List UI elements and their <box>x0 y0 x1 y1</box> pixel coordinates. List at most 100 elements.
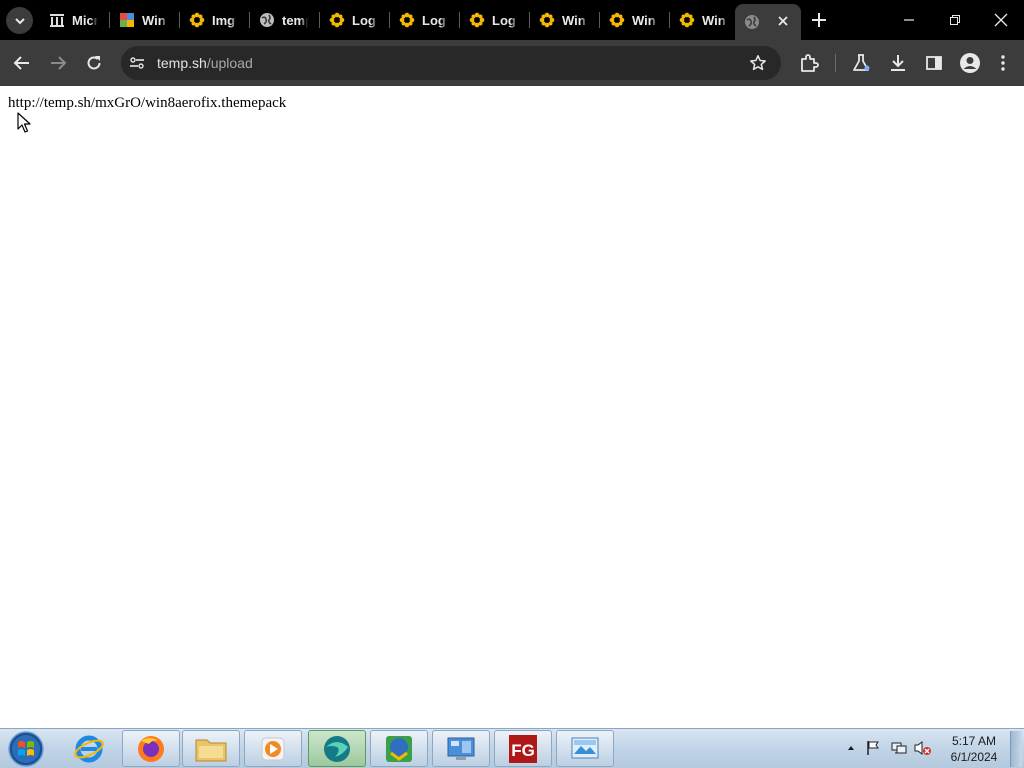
speaker-muted-icon <box>914 741 931 755</box>
taskbar-media-player[interactable] <box>244 730 302 767</box>
show-desktop-button[interactable] <box>1010 731 1022 767</box>
puzzle-icon <box>801 54 819 72</box>
taskbar-firefox[interactable] <box>122 730 180 767</box>
system-clock[interactable]: 5:17 AM 6/1/2024 <box>944 733 1004 765</box>
columns-icon <box>49 12 65 28</box>
kebab-menu-icon <box>1001 55 1005 71</box>
page-content: http://temp.sh/mxGrO/win8aerofix.themepa… <box>0 86 1024 728</box>
browser-tab[interactable]: Win <box>530 6 600 34</box>
taskbar-browser-active[interactable] <box>308 730 366 767</box>
flask-icon <box>853 54 870 71</box>
browser-icon <box>324 735 350 762</box>
browser-tab[interactable]: Log <box>320 6 390 34</box>
flower-icon <box>609 12 625 28</box>
tab-title: Log <box>352 12 376 28</box>
tab-search-button[interactable] <box>6 7 33 34</box>
windows-taskbar: FG 5:17 AM 6/1/2024 <box>0 728 1024 768</box>
browser-toolbar: temp.sh/upload <box>0 40 1024 86</box>
browser-tab[interactable]: Img <box>180 6 250 34</box>
browser-tab-active[interactable] <box>735 4 801 40</box>
action-center-tray[interactable] <box>864 739 882 757</box>
tab-title: Log <box>492 12 516 28</box>
colorful-grid-icon <box>119 12 135 28</box>
globe-icon <box>744 14 760 30</box>
reload-button[interactable] <box>82 51 106 75</box>
volume-tray[interactable] <box>914 739 932 757</box>
chevron-down-icon <box>14 17 25 24</box>
clock-date: 6/1/2024 <box>950 750 998 764</box>
browser-tab[interactable]: Log <box>460 6 530 34</box>
flower-icon <box>329 12 345 28</box>
downloads-button[interactable] <box>886 51 910 75</box>
site-info-icon[interactable] <box>129 55 145 71</box>
forward-button[interactable] <box>46 51 70 75</box>
close-tab-icon[interactable] <box>775 13 791 29</box>
side-panel-icon <box>926 56 942 70</box>
menu-button[interactable] <box>991 51 1015 75</box>
svg-text:FG: FG <box>511 741 535 760</box>
control-panel-icon <box>447 737 475 760</box>
tab-title: Win <box>142 12 166 28</box>
toolbar-separator <box>835 54 836 72</box>
firefox-icon <box>138 735 164 762</box>
labs-button[interactable] <box>849 51 873 75</box>
taskbar-fg-app[interactable]: FG <box>494 730 552 767</box>
internet-explorer-icon <box>74 735 104 762</box>
minimize-button[interactable] <box>886 0 932 40</box>
network-icon <box>891 742 907 754</box>
url-host: temp.sh <box>157 55 207 71</box>
network-tray[interactable] <box>890 739 908 757</box>
flower-icon <box>539 12 555 28</box>
browser-tab[interactable]: Win <box>600 6 670 34</box>
back-button[interactable] <box>10 51 34 75</box>
tab-title: Win <box>632 12 656 28</box>
flower-icon <box>189 12 205 28</box>
bookmark-star-icon[interactable] <box>749 54 767 72</box>
plus-icon <box>812 13 826 27</box>
profile-avatar-icon <box>960 53 980 73</box>
file-explorer-icon <box>195 739 227 761</box>
download-icon <box>891 55 905 71</box>
taskbar-download-manager[interactable] <box>370 730 428 767</box>
taskbar-file-explorer[interactable] <box>182 730 240 767</box>
upload-result-url[interactable]: http://temp.sh/mxGrO/win8aerofix.themepa… <box>8 95 286 112</box>
restore-icon <box>950 15 960 25</box>
reload-icon <box>87 56 101 70</box>
clock-time: 5:17 AM <box>951 734 997 748</box>
tab-strip: Micr Win Img temp Log Log <box>0 0 1024 40</box>
minimize-icon <box>904 19 914 21</box>
side-panel-button[interactable] <box>922 51 946 75</box>
flower-icon <box>679 12 695 28</box>
taskbar-internet-explorer[interactable] <box>60 730 118 767</box>
tab-title: temp <box>282 12 308 28</box>
new-tab-button[interactable] <box>808 9 830 31</box>
browser-tab[interactable]: temp <box>250 6 320 34</box>
show-hidden-icons-button[interactable] <box>842 739 860 757</box>
mouse-cursor-icon <box>17 112 31 133</box>
restore-button[interactable] <box>932 0 978 40</box>
arrow-left-icon <box>13 56 29 70</box>
browser-tab[interactable]: Win <box>110 6 180 34</box>
profile-button[interactable] <box>958 51 982 75</box>
download-manager-icon <box>386 735 412 762</box>
url-text: temp.sh/upload <box>157 55 253 71</box>
close-window-button[interactable] <box>978 0 1024 40</box>
taskbar-control-panel[interactable] <box>432 730 490 767</box>
url-path: /upload <box>206 55 253 71</box>
browser-tab[interactable]: Log <box>390 6 460 34</box>
browser-tab[interactable]: Micr <box>40 6 110 34</box>
media-player-icon <box>261 737 285 760</box>
browser-tab[interactable]: Win <box>670 6 740 34</box>
flower-icon <box>469 12 485 28</box>
address-bar[interactable]: temp.sh/upload <box>121 46 781 80</box>
flag-icon <box>867 741 879 755</box>
extensions-button[interactable] <box>797 51 821 75</box>
flower-icon <box>399 12 415 28</box>
taskbar-photo-viewer[interactable] <box>556 730 614 767</box>
start-button[interactable] <box>6 730 46 768</box>
globe-icon <box>259 12 275 28</box>
arrow-right-icon <box>51 56 67 70</box>
close-icon <box>994 13 1008 27</box>
tab-title: Win <box>702 12 726 28</box>
photo-viewer-icon <box>571 737 599 758</box>
